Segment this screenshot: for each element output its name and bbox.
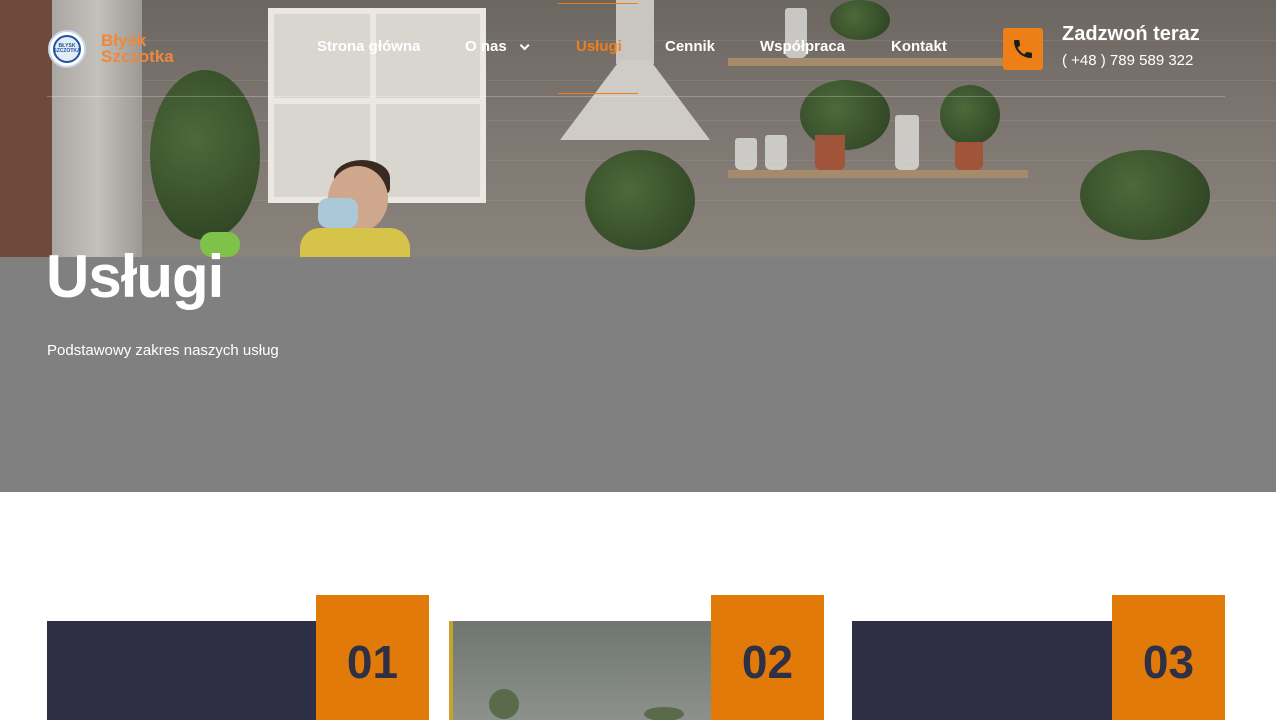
page-subtitle: Podstawowy zakres naszych usług [47,342,279,359]
call-text: Zadzwoń teraz ( +48 ) 789 589 322 [1062,22,1200,69]
nav-item-label: Strona główna [317,38,421,55]
header-divider [47,96,1225,97]
nav-item-label: Cennik [665,38,716,55]
nav-item-home[interactable]: Strona główna [317,38,420,55]
nav-item-cooperation[interactable]: Współpraca [760,38,845,55]
nav-item-services[interactable]: Usługi [576,38,622,55]
nav-item-contact[interactable]: Kontakt [891,38,947,55]
active-indicator-top [558,3,638,4]
nav-item-about[interactable]: O nas [465,38,530,55]
service-card-number: 01 [316,595,429,720]
phone-number: ( +48 ) 789 589 322 [1062,52,1194,69]
logo-badge-text: BŁYSK SZCZOTKA [53,35,81,63]
call-now-link[interactable]: Zadzwoń teraz ( +48 ) 789 589 322 [1003,22,1200,70]
active-indicator-bottom [558,93,638,94]
logo-badge: BŁYSK SZCZOTKA [48,30,86,68]
phone-icon [1003,28,1043,70]
site-header: BŁYSK SZCZOTKA Błysk Szczotka Strona głó… [0,0,1280,97]
nav-item-label: Współpraca [760,38,846,55]
service-card-3[interactable]: 03 [852,595,1225,720]
nav-item-label: Kontakt [891,38,947,55]
page-title: Usługi [46,243,224,310]
service-card-2[interactable]: 02 [449,595,824,720]
logo-link[interactable]: BŁYSK SZCZOTKA Błysk Szczotka [48,30,174,68]
chevron-down-icon [519,40,530,51]
brand-name: Błysk Szczotka [101,32,174,66]
nav-item-label: Usługi [576,38,622,55]
brand-name-line-2: Szczotka [101,47,174,66]
call-title: Zadzwoń teraz [1062,23,1200,45]
nav-item-label: O nas [465,38,507,55]
service-card-1[interactable]: 01 [47,595,429,720]
service-card-number: 02 [711,595,824,720]
service-card-number: 03 [1112,595,1225,720]
nav-item-pricing[interactable]: Cennik [665,38,715,55]
